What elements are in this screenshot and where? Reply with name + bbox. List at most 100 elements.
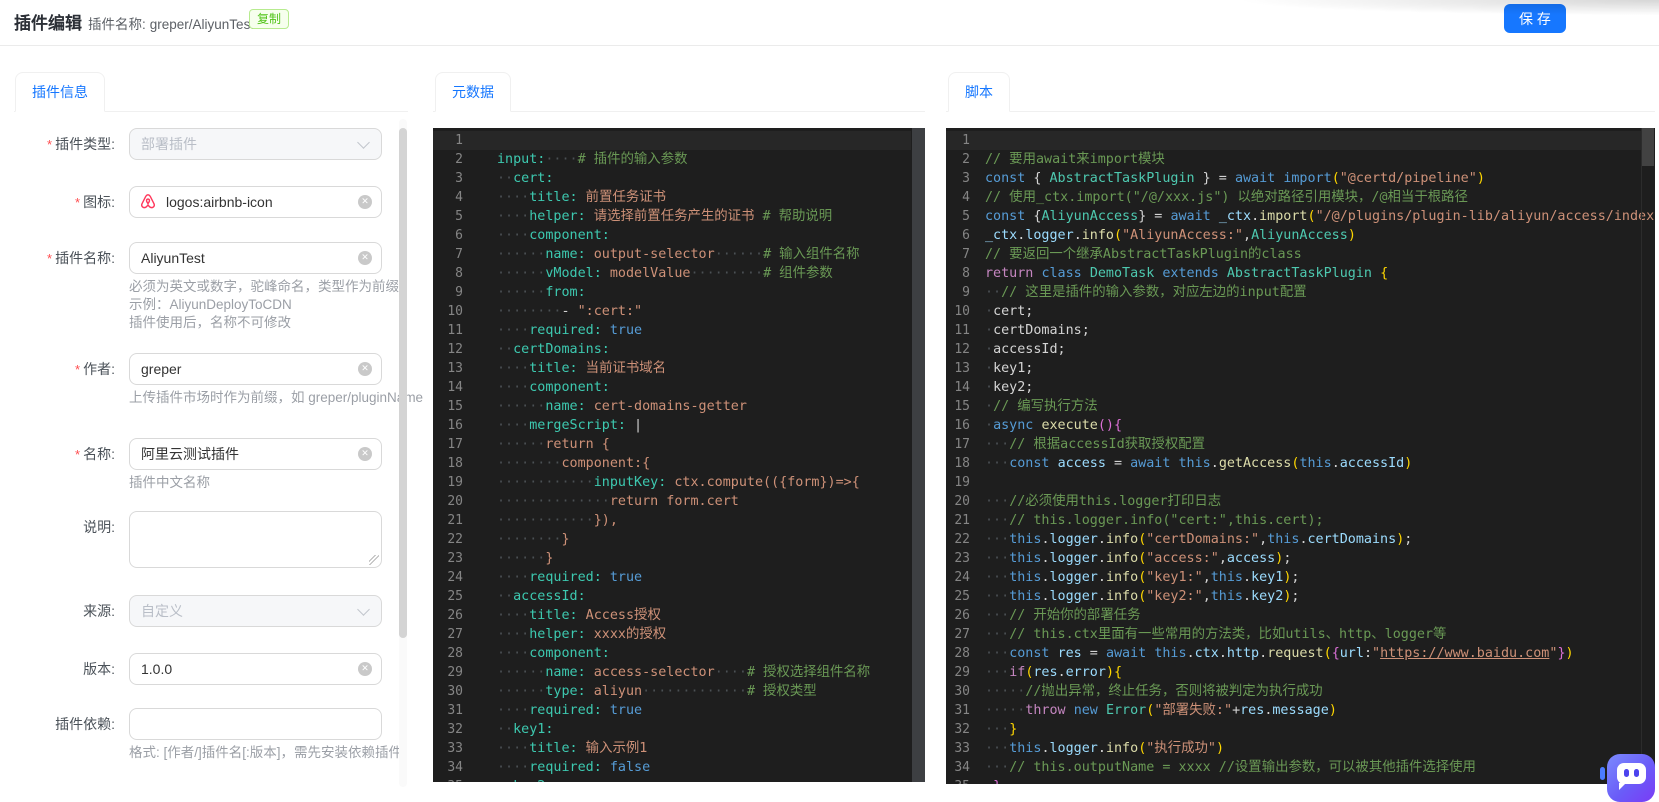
- chat-widget-button[interactable]: [1607, 754, 1655, 802]
- code-line: 22 ···this.logger.info("certDomains:",thi…: [954, 532, 1413, 547]
- description-label: 说明:: [83, 519, 115, 535]
- code-line: 28 ····component:: [447, 646, 610, 661]
- code-line: 3 const { AbstractTaskPlugin } = await im…: [962, 171, 1485, 186]
- metadata-code-lines[interactable]: 1 2 input:····# 插件的输入参数 3 ··cert: 4 ····title:…: [433, 131, 911, 782]
- code-line: 11 ····required: true: [447, 323, 643, 338]
- source-select[interactable]: 自定义: [129, 595, 382, 627]
- code-line: 34 ····required: false: [447, 760, 651, 775]
- code-line: 26 ···// 开始你的部署任务: [954, 608, 1141, 623]
- code-line: 16 ·async execute(){: [954, 418, 1123, 433]
- code-line: 22 ········}: [447, 532, 570, 547]
- code-line: 29 ······name: access-selector····# 授权选择组…: [447, 665, 871, 680]
- right-tabbar: 脚本: [946, 72, 1655, 112]
- form-row-cn-name: *名称: ✕: [14, 438, 408, 470]
- page-title: 插件编辑: [14, 14, 82, 33]
- script-editor-scrollbar-track[interactable]: [1641, 128, 1655, 784]
- required-mark: *: [47, 251, 53, 266]
- code-line: 25 ··accessId:: [447, 589, 586, 604]
- clear-icon[interactable]: ✕: [358, 195, 372, 209]
- save-button[interactable]: 保 存: [1504, 4, 1566, 33]
- form-row-author: *作者: ✕: [14, 353, 408, 385]
- code-line: 2// 要用await来import模块: [962, 152, 1165, 167]
- code-line: 35·}: [946, 777, 1641, 784]
- code-line: 31 ·····throw new Error("部署失败:"+res.messa…: [954, 703, 1337, 718]
- middle-tabbar: 元数据: [433, 72, 925, 112]
- form-row-description: 说明:: [14, 511, 408, 568]
- code-line: 12 ··certDomains:: [447, 342, 610, 357]
- code-line: 5 const {AliyunAccess} = await _ctx.impor…: [962, 209, 1655, 224]
- cn-name-help: 插件中文名称: [129, 475, 210, 490]
- dependency-input[interactable]: [129, 708, 382, 740]
- required-mark: *: [75, 447, 81, 462]
- code-line: 23 ···this.logger.info("access:",access);: [954, 551, 1292, 566]
- code-line: 13 ····title: 当前证书域名: [447, 361, 667, 376]
- code-line: 8 ······vModel: modelValue·········# 组件参数: [455, 266, 833, 281]
- code-line: 15 ······name: cert-domains-getter: [447, 399, 747, 414]
- chat-widget-pill: [1600, 767, 1605, 780]
- code-line: 30 ·····//抛出异常，终止任务，否则将被判定为执行成功: [954, 684, 1323, 699]
- form-scrollbar-thumb[interactable]: [399, 128, 407, 638]
- airbnb-icon: [139, 193, 157, 211]
- version-input[interactable]: [129, 653, 382, 685]
- cn-name-input[interactable]: [129, 438, 382, 470]
- plugin-name-label: 插件名称:: [88, 17, 146, 32]
- code-line: 20 ··············return form.cert: [447, 494, 739, 509]
- form-row-source: 来源: 自定义: [14, 595, 408, 627]
- code-line: 26 ····title: Access授权: [447, 608, 661, 623]
- dependency-help: 格式: [作者/]插件名[:版本]，需先安装依赖插件: [129, 745, 403, 760]
- top-right-shadow: [1159, 0, 1659, 22]
- form-row-plugin-name: *插件名称: ✕: [14, 242, 408, 274]
- code-line: 14 ·key2;: [954, 380, 1034, 395]
- code-line: 23 ······}: [447, 551, 554, 566]
- source-label: 来源:: [83, 603, 115, 619]
- code-line: 30 ······type: aliyun·············# 授权类型: [447, 684, 817, 699]
- code-line: 3 ··cert:: [455, 171, 554, 186]
- code-line: 32 ···}: [954, 722, 1018, 737]
- plugin-name: 插件名称: greper/AliyunTest: [88, 13, 254, 33]
- script-code-editor[interactable]: 1 2// 要用await来import模块 3 const { AbstractTa…: [946, 128, 1655, 784]
- clear-icon[interactable]: ✕: [358, 447, 372, 461]
- author-help: 上传插件市场时作为前缀，如 greper/pluginName: [129, 390, 424, 405]
- code-line: 32 ··key1:: [447, 722, 554, 737]
- plugin-name-input[interactable]: [129, 242, 382, 274]
- plugin-type-select[interactable]: 部署插件: [129, 128, 382, 160]
- metadata-code-editor[interactable]: 1 2 input:····# 插件的输入参数 3 ··cert: 4 ····title:…: [433, 128, 925, 782]
- tab-script[interactable]: 脚本: [948, 72, 1010, 112]
- code-line: 11 ·certDomains;: [954, 323, 1090, 338]
- header-divider: [0, 45, 1659, 46]
- code-line: 9 ··// 这里是插件的输入参数，对应左边的input配置: [962, 285, 1307, 300]
- code-line: 2 input:····# 插件的输入参数: [455, 152, 688, 167]
- description-textarea[interactable]: [129, 511, 382, 568]
- code-line: 10 ········- ":cert:": [447, 304, 643, 319]
- plugin-name-help: 必须为英文或数字，驼峰命名，类型作为前缀 示例：AliyunDeployToCD…: [129, 279, 399, 330]
- code-line: 34 ···// this.outputName = xxxx //设置输出参数，…: [954, 760, 1476, 775]
- code-line: 8 return class DemoTask extends AbstractT…: [962, 266, 1389, 281]
- icon-input[interactable]: [129, 186, 382, 218]
- required-mark: *: [47, 137, 53, 152]
- code-line: 6 ····component:: [455, 228, 610, 243]
- clear-icon[interactable]: ✕: [358, 251, 372, 265]
- copy-badge[interactable]: 复制: [249, 9, 290, 29]
- script-editor-scrollbar-thumb[interactable]: [1642, 128, 1654, 166]
- code-line: 19 ············inputKey: ctx.compute(({fo…: [447, 475, 860, 490]
- code-line: 10 ·cert;: [954, 304, 1034, 319]
- plugin-name-field-label: 插件名称:: [55, 250, 115, 266]
- form-row-icon: *图标: ✕: [14, 186, 408, 218]
- icon-label: 图标:: [83, 194, 115, 210]
- clear-icon[interactable]: ✕: [358, 362, 372, 376]
- code-line: 16 ····mergeScript: |: [447, 418, 643, 433]
- dependency-label: 插件依赖:: [55, 716, 115, 732]
- code-line: 24 ···this.logger.info("key1:",this.key1)…: [954, 570, 1300, 585]
- chat-tail-icon: [1619, 783, 1626, 790]
- code-line: 28 ···const res = await this.ctx.http.req…: [954, 646, 1574, 661]
- metadata-editor-scrollbar[interactable]: [912, 128, 925, 782]
- code-line: 7 ······name: output-selector······# 输入组件…: [455, 247, 860, 262]
- clear-icon[interactable]: ✕: [358, 662, 372, 676]
- code-line: 14 ····component:: [447, 380, 610, 395]
- code-line: 21 ············}),: [447, 513, 618, 528]
- tab-metadata[interactable]: 元数据: [435, 72, 511, 112]
- code-line: 4// 使用_ctx.import("/@/xxx.js") 以绝对路径引用模块…: [962, 190, 1468, 205]
- plugin-info-form: *插件类型: 部署插件 *图标: ✕ *插件名称: ✕ 必须为英文或数字，驼峰命…: [14, 72, 423, 794]
- script-code-lines[interactable]: 1 2// 要用await来import模块 3 const { AbstractTa…: [946, 131, 1655, 784]
- author-input[interactable]: [129, 353, 382, 385]
